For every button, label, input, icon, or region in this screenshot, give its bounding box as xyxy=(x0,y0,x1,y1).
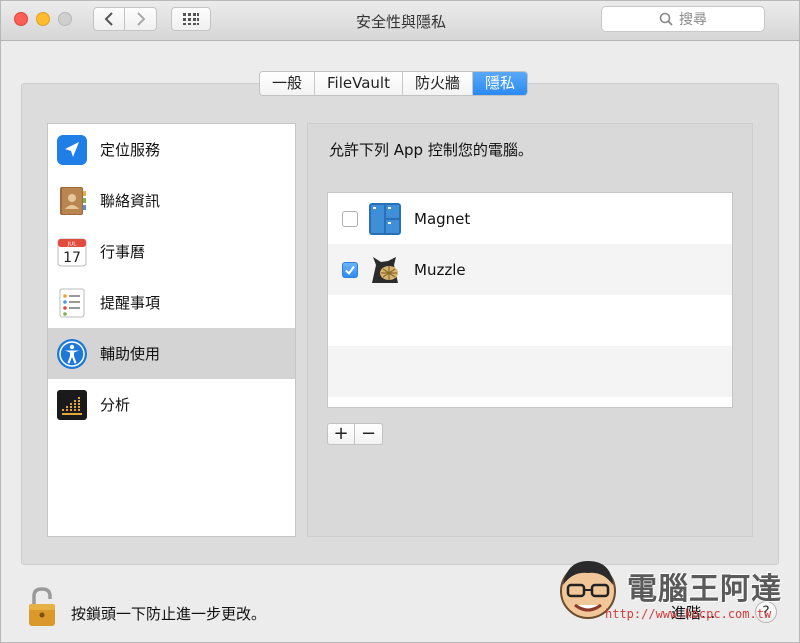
sidebar-item-contacts[interactable]: 聯絡資訊 xyxy=(48,175,295,226)
contacts-book-icon xyxy=(60,186,86,215)
reminders-icon xyxy=(59,288,85,317)
sidebar-item-label: 定位服務 xyxy=(100,141,161,159)
app-name: Muzzle xyxy=(414,260,466,279)
preferences-window: 安全性與隱私 搜尋 一般 FileVault 防火牆 隱私 定位服務 聯絡資訊 … xyxy=(0,0,800,643)
magnet-checkbox[interactable] xyxy=(342,210,358,227)
watermark-brand: 電腦王阿達 xyxy=(627,572,782,607)
location-arrow-icon xyxy=(57,134,87,165)
sidebar-item-label: 提醒事項 xyxy=(100,294,161,312)
watermark-url: http://www.kocpc.com.tw xyxy=(605,607,772,621)
calendar-month: JUL xyxy=(67,241,78,247)
sidebar-item-analytics[interactable]: 分析 xyxy=(48,379,295,430)
search-field[interactable]: 搜尋 xyxy=(601,6,765,32)
sidebar-item-calendar[interactable]: JUL 17 行事曆 xyxy=(48,226,295,277)
app-list: Magnet Muzzle xyxy=(327,192,733,408)
tab-filevault[interactable]: FileVault xyxy=(315,72,403,95)
app-control-prompt: 允許下列 App 控制您的電腦。 xyxy=(329,141,533,159)
app-name: Magnet xyxy=(414,209,471,228)
muzzle-checkbox[interactable] xyxy=(342,261,358,278)
checkmark-icon xyxy=(345,265,355,275)
sidebar-item-label: 分析 xyxy=(100,396,131,414)
search-icon xyxy=(659,12,673,26)
lock-icon[interactable] xyxy=(27,586,57,628)
analytics-icon xyxy=(57,389,87,420)
tab-bar: 一般 FileVault 防火牆 隱私 xyxy=(259,71,528,96)
sidebar-item-label: 行事曆 xyxy=(100,243,146,261)
magnet-app-icon xyxy=(369,202,401,235)
sidebar-item-reminders[interactable]: 提醒事項 xyxy=(48,277,295,328)
muzzle-app-icon xyxy=(372,256,398,283)
calendar-icon: JUL 17 xyxy=(57,238,87,266)
app-row-empty xyxy=(328,295,732,346)
app-row-magnet[interactable]: Magnet xyxy=(328,193,732,244)
sidebar-item-location-services[interactable]: 定位服務 xyxy=(48,124,295,175)
add-app-button[interactable]: + xyxy=(328,424,355,444)
tab-general[interactable]: 一般 xyxy=(260,72,316,95)
title-bar: 安全性與隱私 搜尋 xyxy=(1,1,799,41)
sidebar-item-label: 輔助使用 xyxy=(100,345,161,363)
app-row-muzzle[interactable]: Muzzle xyxy=(328,244,732,295)
sidebar-item-accessibility[interactable]: 輔助使用 xyxy=(48,328,295,379)
app-row-empty xyxy=(328,346,732,397)
remove-app-button[interactable]: − xyxy=(355,424,382,444)
add-remove-control: + − xyxy=(327,423,383,445)
tab-privacy[interactable]: 隱私 xyxy=(472,72,527,95)
accessibility-icon xyxy=(57,338,87,369)
lock-instruction-text: 按鎖頭一下防止進一步更改。 xyxy=(71,605,267,623)
search-placeholder: 搜尋 xyxy=(679,12,707,28)
privacy-category-list: 定位服務 聯絡資訊 JUL 17 行事曆 提醒事項 輔助使用 分析 xyxy=(47,123,296,537)
sidebar-item-label: 聯絡資訊 xyxy=(100,192,161,210)
calendar-day: 17 xyxy=(63,250,81,266)
tab-firewall[interactable]: 防火牆 xyxy=(402,72,473,95)
